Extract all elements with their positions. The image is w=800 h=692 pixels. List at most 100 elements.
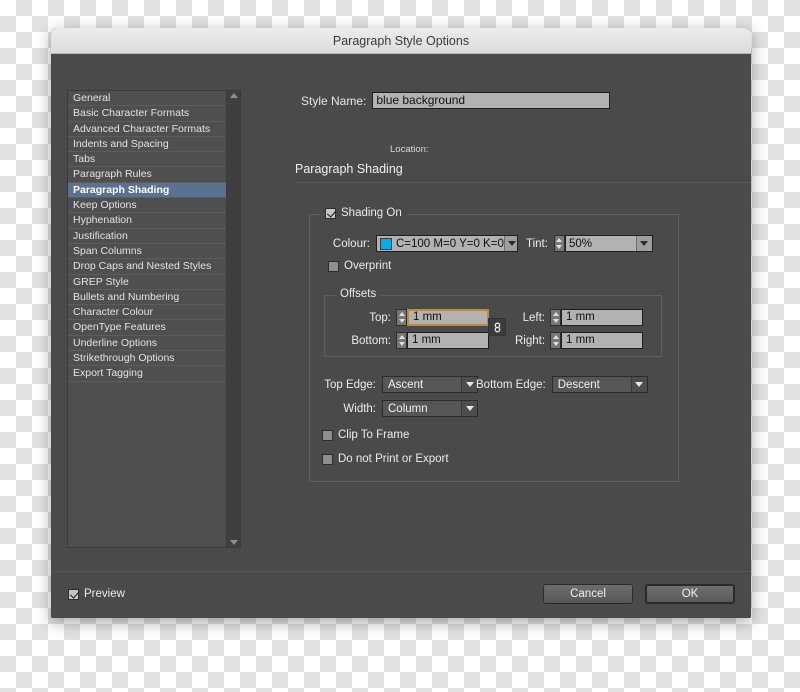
colour-swatch-icon xyxy=(380,238,392,250)
width-dropdown[interactable]: Column xyxy=(382,400,478,417)
width-label: Width: xyxy=(314,403,376,415)
offset-right-increment-icon[interactable] xyxy=(553,335,559,339)
offset-bottom-input[interactable]: 1 mm xyxy=(407,332,489,349)
shading-on-legend[interactable]: Shading On xyxy=(320,207,407,219)
offset-bottom-decrement-icon[interactable] xyxy=(399,342,405,346)
offset-bottom-label: Bottom: xyxy=(343,335,391,347)
offset-left-decrement-icon[interactable] xyxy=(553,319,559,323)
offset-bottom-stepper[interactable] xyxy=(396,332,407,349)
width-row: Width: Column xyxy=(314,400,478,417)
offsets-label: Offsets xyxy=(340,288,376,300)
top-edge-row: Top Edge: Ascent xyxy=(314,376,478,393)
do-not-print-label: Do not Print or Export xyxy=(338,453,449,465)
clip-to-frame-checkbox[interactable] xyxy=(322,430,333,441)
sidebar-item-strikethrough-options[interactable]: Strikethrough Options xyxy=(68,351,226,366)
overprint-label: Overprint xyxy=(344,260,391,272)
scroll-up-arrow-icon[interactable] xyxy=(230,93,238,98)
colour-value: C=100 M=0 Y=0 K=0 xyxy=(396,238,504,250)
dialog-titlebar: Paragraph Style Options xyxy=(51,28,751,54)
category-list-scrollbar[interactable] xyxy=(226,91,240,547)
offsets-legend: Offsets xyxy=(335,288,381,300)
offset-right-input[interactable]: 1 mm xyxy=(561,332,643,349)
offset-right-label: Right: xyxy=(515,335,545,347)
overprint-checkbox[interactable] xyxy=(328,261,339,272)
colour-label: Colour: xyxy=(326,238,370,250)
sidebar-item-span-columns[interactable]: Span Columns xyxy=(68,244,226,259)
colour-dropdown-arrow-icon[interactable] xyxy=(504,236,518,251)
overprint-row[interactable]: Overprint xyxy=(328,260,391,272)
sidebar-item-advanced-character-formats[interactable]: Advanced Character Formats xyxy=(68,122,226,137)
top-edge-dropdown[interactable]: Ascent xyxy=(382,376,478,393)
sidebar-item-export-tagging[interactable]: Export Tagging xyxy=(68,366,226,381)
bottom-edge-label: Bottom Edge: xyxy=(476,379,546,391)
tint-stepper[interactable] xyxy=(554,235,565,252)
sidebar-item-general[interactable]: General xyxy=(68,91,226,106)
preview-row[interactable]: Preview xyxy=(68,588,125,600)
bottom-edge-row: Bottom Edge: Descent xyxy=(476,376,648,393)
tint-dropdown-arrow-icon[interactable] xyxy=(636,236,652,251)
offset-right-row: Right: 1 mm xyxy=(515,332,643,349)
paragraph-style-options-dialog: Paragraph Style Options GeneralBasic Cha… xyxy=(51,28,751,618)
offset-right-stepper[interactable] xyxy=(550,332,561,349)
top-edge-label: Top Edge: xyxy=(314,379,376,391)
category-list-items[interactable]: GeneralBasic Character FormatsAdvanced C… xyxy=(68,91,226,547)
shading-on-label: Shading On xyxy=(341,207,402,219)
offset-left-stepper[interactable] xyxy=(550,309,561,326)
sidebar-item-paragraph-rules[interactable]: Paragraph Rules xyxy=(68,167,226,182)
offset-left-row: Left: 1 mm xyxy=(515,309,643,326)
preview-checkbox[interactable] xyxy=(68,589,79,600)
width-dropdown-arrow-icon[interactable] xyxy=(461,401,477,416)
sidebar-item-tabs[interactable]: Tabs xyxy=(68,152,226,167)
offset-left-increment-icon[interactable] xyxy=(553,312,559,316)
bottom-edge-dropdown-arrow-icon[interactable] xyxy=(631,377,647,392)
offset-top-row: Top: 1 mm xyxy=(343,309,489,326)
offset-left-label: Left: xyxy=(515,312,545,324)
shading-on-checkbox[interactable] xyxy=(325,208,336,219)
cancel-button[interactable]: Cancel xyxy=(543,584,633,604)
category-list[interactable]: GeneralBasic Character FormatsAdvanced C… xyxy=(67,90,241,548)
colour-row: Colour: C=100 M=0 Y=0 K=0 xyxy=(326,235,518,252)
do-not-print-row[interactable]: Do not Print or Export xyxy=(322,453,449,465)
offset-left-input[interactable]: 1 mm xyxy=(561,309,643,326)
offset-top-increment-icon[interactable] xyxy=(399,312,405,316)
sidebar-item-opentype-features[interactable]: OpenType Features xyxy=(68,320,226,335)
ok-button[interactable]: OK xyxy=(645,584,735,604)
bottom-edge-dropdown[interactable]: Descent xyxy=(552,376,648,393)
do-not-print-checkbox[interactable] xyxy=(322,454,333,465)
offset-right-decrement-icon[interactable] xyxy=(553,342,559,346)
offset-top-input[interactable]: 1 mm xyxy=(407,309,489,326)
sidebar-item-justification[interactable]: Justification xyxy=(68,229,226,244)
offset-top-stepper[interactable] xyxy=(396,309,407,326)
width-value: Column xyxy=(388,403,428,415)
link-offsets-button[interactable] xyxy=(488,318,506,336)
top-edge-dropdown-arrow-icon[interactable] xyxy=(461,377,477,392)
clip-to-frame-row[interactable]: Clip To Frame xyxy=(322,429,409,441)
tint-increment-icon[interactable] xyxy=(556,238,562,242)
scroll-down-arrow-icon[interactable] xyxy=(230,540,238,545)
sidebar-item-bullets-and-numbering[interactable]: Bullets and Numbering xyxy=(68,290,226,305)
sidebar-item-keep-options[interactable]: Keep Options xyxy=(68,198,226,213)
sidebar-item-basic-character-formats[interactable]: Basic Character Formats xyxy=(68,106,226,121)
sidebar-item-paragraph-shading[interactable]: Paragraph Shading xyxy=(68,183,226,198)
dialog-title: Paragraph Style Options xyxy=(333,34,469,48)
sidebar-item-drop-caps-and-nested-styles[interactable]: Drop Caps and Nested Styles xyxy=(68,259,226,274)
style-name-input[interactable]: blue background xyxy=(372,92,610,109)
sidebar-item-underline-options[interactable]: Underline Options xyxy=(68,336,226,351)
offset-bottom-increment-icon[interactable] xyxy=(399,335,405,339)
sidebar-item-grep-style[interactable]: GREP Style xyxy=(68,275,226,290)
footer-divider xyxy=(51,571,751,572)
sidebar-item-hyphenation[interactable]: Hyphenation xyxy=(68,213,226,228)
colour-dropdown[interactable]: C=100 M=0 Y=0 K=0 xyxy=(376,235,518,252)
offsets-group: Offsets Top: 1 mm Bottom: xyxy=(324,295,662,357)
chain-link-icon xyxy=(492,321,503,334)
sidebar-item-character-colour[interactable]: Character Colour xyxy=(68,305,226,320)
tint-value: 50% xyxy=(569,238,592,250)
shading-on-group: Shading On Colour: C=100 M=0 Y=0 K=0 Tin… xyxy=(309,214,679,482)
tint-decrement-icon[interactable] xyxy=(556,245,562,249)
style-name-row: Style Name: blue background xyxy=(301,92,610,109)
dialog-body: GeneralBasic Character FormatsAdvanced C… xyxy=(51,54,751,618)
top-edge-value: Ascent xyxy=(388,379,423,391)
offset-top-decrement-icon[interactable] xyxy=(399,319,405,323)
sidebar-item-indents-and-spacing[interactable]: Indents and Spacing xyxy=(68,137,226,152)
tint-dropdown[interactable]: 50% xyxy=(565,235,653,252)
